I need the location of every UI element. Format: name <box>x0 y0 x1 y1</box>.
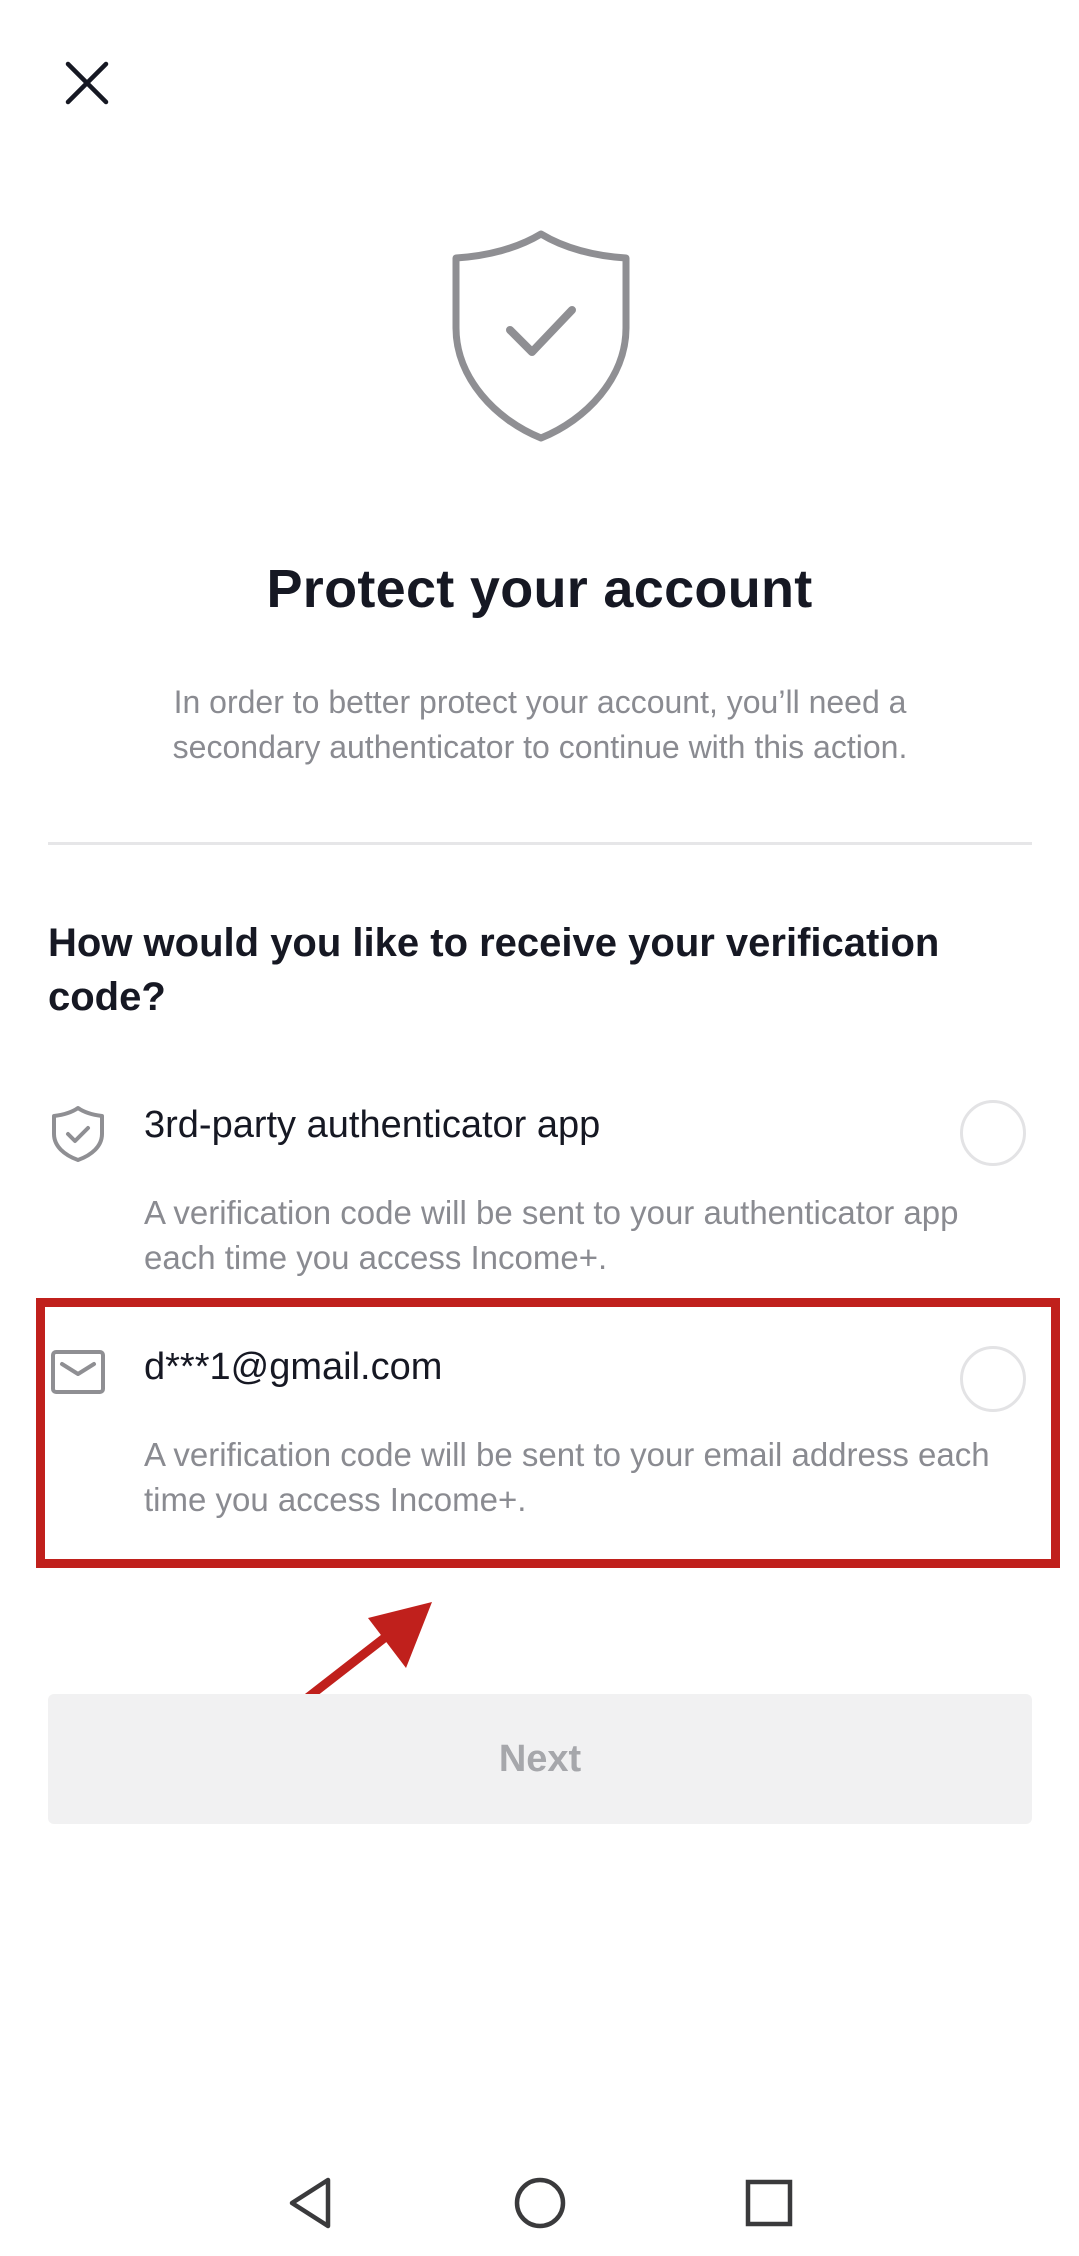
option-email[interactable]: d***1@gmail.com A verification code will… <box>48 1332 1038 1542</box>
option-authenticator-app[interactable]: 3rd-party authenticator app A verificati… <box>48 1090 1038 1290</box>
close-icon <box>65 61 109 105</box>
radio-authenticator-app[interactable] <box>960 1100 1026 1166</box>
page-subtitle: In order to better protect your account,… <box>172 684 908 765</box>
radio-email[interactable] <box>960 1346 1026 1412</box>
mail-icon <box>51 1350 105 1394</box>
next-button[interactable]: Next <box>48 1694 1032 1824</box>
question-heading: How would you like to receive your verif… <box>48 921 940 1019</box>
nav-home-button[interactable] <box>505 2168 575 2238</box>
option-label: 3rd-party authenticator app <box>144 1104 601 1146</box>
system-navigation-bar <box>0 2150 1079 2256</box>
recents-square-icon <box>745 2179 793 2227</box>
nav-back-button[interactable] <box>275 2168 345 2238</box>
shield-check-icon <box>452 230 630 442</box>
home-circle-icon <box>514 2177 566 2229</box>
close-button[interactable] <box>50 46 124 120</box>
divider <box>48 842 1032 845</box>
shield-check-icon <box>52 1106 104 1162</box>
option-description: A verification code will be sent to your… <box>144 1194 959 1276</box>
back-triangle-icon <box>289 2177 331 2229</box>
option-description: A verification code will be sent to your… <box>144 1436 990 1518</box>
nav-recents-button[interactable] <box>734 2168 804 2238</box>
option-label: d***1@gmail.com <box>144 1346 443 1388</box>
page-title: Protect your account <box>266 559 813 619</box>
